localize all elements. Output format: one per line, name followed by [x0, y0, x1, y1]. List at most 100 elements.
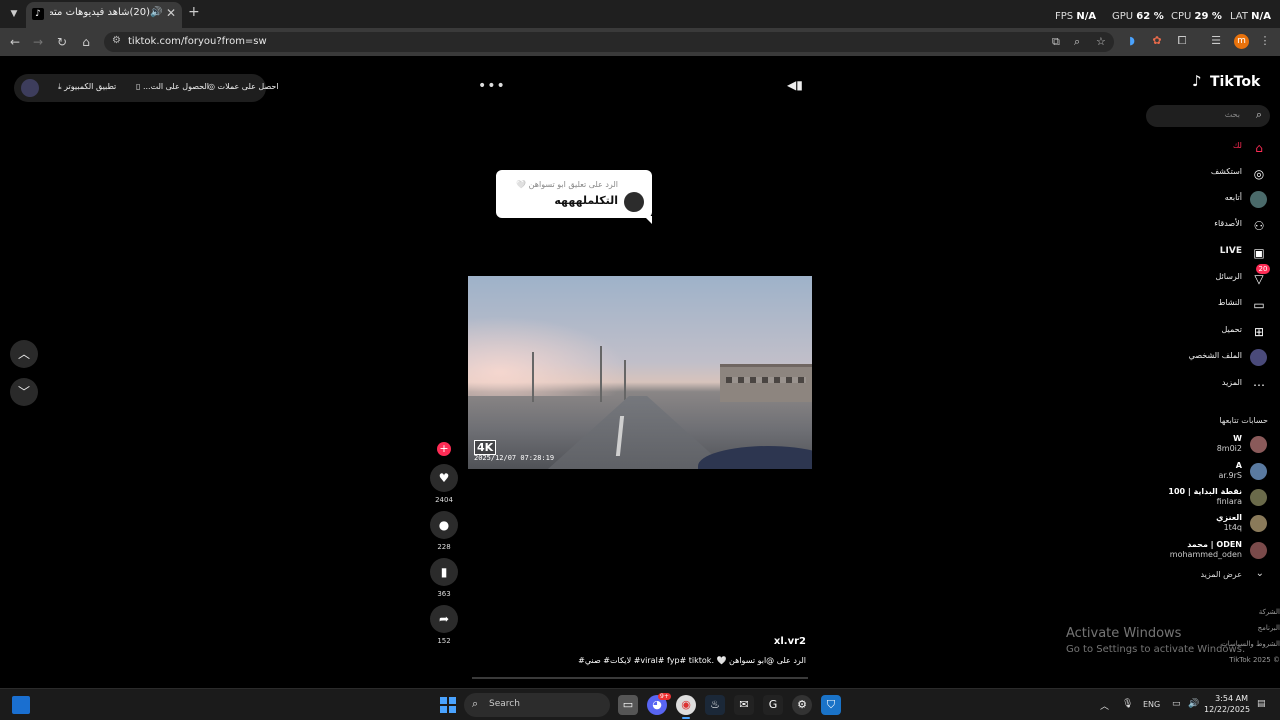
like-count: 2404	[435, 496, 453, 504]
windows-activation-watermark: Activate Windows Go to Settings to activ…	[1066, 626, 1245, 655]
chrome-icon[interactable]: ◉	[676, 695, 696, 719]
save-action[interactable]: ▮ 363	[430, 558, 458, 598]
comment-action[interactable]: ● 228	[430, 511, 458, 551]
nav-label: LIVE	[1219, 246, 1242, 256]
nav-upload[interactable]: تحميل ⊞	[1150, 323, 1268, 341]
nav-messages[interactable]: الرسائل ▽ 20	[1150, 264, 1270, 288]
activity-icon: ▭	[1253, 298, 1265, 312]
bookmark-icon[interactable]: ▮	[430, 558, 458, 586]
comment-icon[interactable]: ●	[430, 511, 458, 539]
nav-label: استكشف	[1210, 167, 1242, 176]
share-action[interactable]: ➦ 152	[430, 605, 458, 645]
new-tab-button[interactable]: +	[188, 4, 200, 20]
following-account[interactable]: نقطة البداية | 100 finlara	[1150, 487, 1268, 511]
video-player[interactable]: 4K 2025/12/07 07:28:19	[468, 276, 812, 469]
url-text[interactable]: tiktok.com/foryou?from=sw	[128, 36, 267, 47]
extensions-icon[interactable]: ⧠	[1174, 34, 1190, 48]
like-action[interactable]: ♥ 2404	[430, 464, 458, 504]
nav-for-you[interactable]: لك ⌂	[1150, 139, 1268, 157]
browser-menu-icon[interactable]: ⋮	[1257, 34, 1273, 47]
reading-list-icon[interactable]: ☰	[1208, 34, 1224, 47]
taskbar-clock[interactable]: 3:54 AM 12/22/2025	[1204, 693, 1250, 715]
app-gear-icon[interactable]: ⚙	[792, 695, 812, 715]
nav-activity[interactable]: النشاط ▭	[1150, 296, 1268, 314]
search-icon[interactable]: ⌕	[1256, 108, 1262, 122]
tray-chevron-icon[interactable]: ︿	[1100, 699, 1109, 712]
nav-label: الرسائل	[1215, 272, 1243, 281]
tab-close-icon[interactable]: ✕	[166, 6, 176, 20]
video-car-hood	[698, 446, 812, 469]
see-more-button[interactable]: عرض المزيد ⌄	[1150, 568, 1268, 584]
bookmark-star-icon[interactable]: ☆	[1096, 35, 1106, 48]
nav-more[interactable]: المزيد ⋯	[1150, 376, 1268, 394]
nav-explore[interactable]: استكشف ◎	[1150, 165, 1268, 183]
address-bar[interactable]: ⚙ tiktok.com/foryou?from=sw ⧉ ⌕ ☆	[104, 32, 1114, 52]
account-handle: finlara	[1216, 497, 1242, 506]
nav-friends[interactable]: الأصدقاء ⚇	[1150, 217, 1268, 235]
account-handle: 1t4q	[1223, 523, 1242, 532]
epic-icon[interactable]: ✉	[734, 695, 754, 715]
gpu-readout: GPU 62 %	[1112, 11, 1164, 22]
following-account[interactable]: W 8m0i2	[1150, 434, 1268, 458]
home-button-icon[interactable]: ⌂	[78, 34, 94, 50]
app-g-icon[interactable]: G	[763, 695, 783, 715]
following-account[interactable]: ODEN | محمد mohammed_oden	[1150, 540, 1268, 564]
nav-live[interactable]: LIVE ▣	[1150, 244, 1268, 262]
network-icon[interactable]: ▭	[1172, 699, 1181, 709]
account-avatar	[1250, 436, 1267, 453]
promo-avatar[interactable]	[21, 79, 39, 97]
search-input[interactable]: بحث ⌕	[1146, 105, 1270, 127]
share-icon[interactable]: ➦	[430, 605, 458, 633]
following-avatar	[1250, 191, 1267, 208]
task-view-icon[interactable]: ▭	[618, 695, 638, 715]
footer-company-link[interactable]: الشركة	[1220, 604, 1280, 620]
following-account[interactable]: العنزي 1t4q	[1150, 513, 1268, 537]
language-indicator[interactable]: ENG	[1143, 700, 1160, 709]
follow-plus-icon[interactable]: +	[437, 442, 451, 456]
extension-puzzle-color-icon[interactable]: ✿	[1149, 34, 1165, 47]
browser-profile-avatar[interactable]: m	[1234, 34, 1249, 49]
home-icon: ⌂	[1255, 141, 1263, 155]
widgets-icon[interactable]	[12, 696, 30, 714]
steam-icon[interactable]: ♨	[705, 695, 725, 715]
windows-start-icon[interactable]	[440, 697, 456, 713]
get-coins-link[interactable]: احصل على عملات ◎	[208, 82, 279, 91]
nav-profile[interactable]: الملف الشخصي	[1150, 349, 1268, 367]
tiktok-logo[interactable]: ♪ TikTok	[1192, 72, 1268, 92]
browser-tab[interactable]: ♪ (20)شاهد فيديوهات متصدرة 🔊 ✕	[26, 2, 182, 28]
volume-tray-icon[interactable]: 🔊	[1188, 699, 1199, 709]
site-info-icon[interactable]: ⚙	[112, 35, 121, 46]
forward-arrow-icon[interactable]: →	[30, 34, 46, 50]
app-shield-icon[interactable]: ⛉	[821, 695, 841, 715]
back-arrow-icon[interactable]: ←	[7, 34, 23, 50]
account-avatar	[1250, 542, 1267, 559]
tab-audio-icon[interactable]: 🔊	[150, 7, 162, 18]
see-more-label: عرض المزيد	[1200, 570, 1242, 579]
nav-label: النشاط	[1217, 298, 1242, 307]
reload-icon[interactable]: ↻	[54, 34, 70, 50]
desktop-app-link[interactable]: تطبيق الكمبيوتر ⤓	[58, 82, 116, 92]
notifications-icon[interactable]: ▤	[1257, 699, 1266, 709]
get-app-link[interactable]: الحصول على الت... ▯	[136, 82, 209, 91]
zoom-icon[interactable]: ⌕	[1074, 35, 1080, 49]
extension-read-icon[interactable]: ◗	[1124, 34, 1140, 47]
post-author[interactable]: xl.vr2	[760, 636, 806, 647]
reply-text: التكلملهههه	[554, 194, 618, 207]
nav-label: لك	[1232, 141, 1242, 150]
taskbar-search[interactable]: ⌕ Search	[464, 693, 610, 717]
heart-icon[interactable]: ♥	[430, 464, 458, 492]
cast-icon[interactable]: ⧉	[1052, 35, 1060, 49]
next-video-button[interactable]: ﹀	[10, 378, 38, 406]
discord-badge: 9+	[658, 693, 671, 700]
comment-reply-card[interactable]: الرد على تعليق ابو تسواهن 🤍 التكلملهههه	[496, 170, 652, 224]
microphone-icon[interactable]: 🎙	[1122, 699, 1133, 709]
cpu-readout: CPU 29 %	[1171, 11, 1222, 22]
more-options-icon[interactable]: •••	[478, 78, 506, 94]
tab-search-button[interactable]: ▼	[6, 6, 22, 22]
account-handle: ar.9rS	[1218, 471, 1242, 480]
following-account[interactable]: A ar.9rS	[1150, 461, 1268, 485]
nav-following[interactable]: أتابعه	[1150, 191, 1268, 209]
video-progress-bar[interactable]	[472, 677, 808, 679]
volume-icon[interactable]: ◀▮	[787, 78, 803, 92]
previous-video-button[interactable]: ︿	[10, 340, 38, 368]
